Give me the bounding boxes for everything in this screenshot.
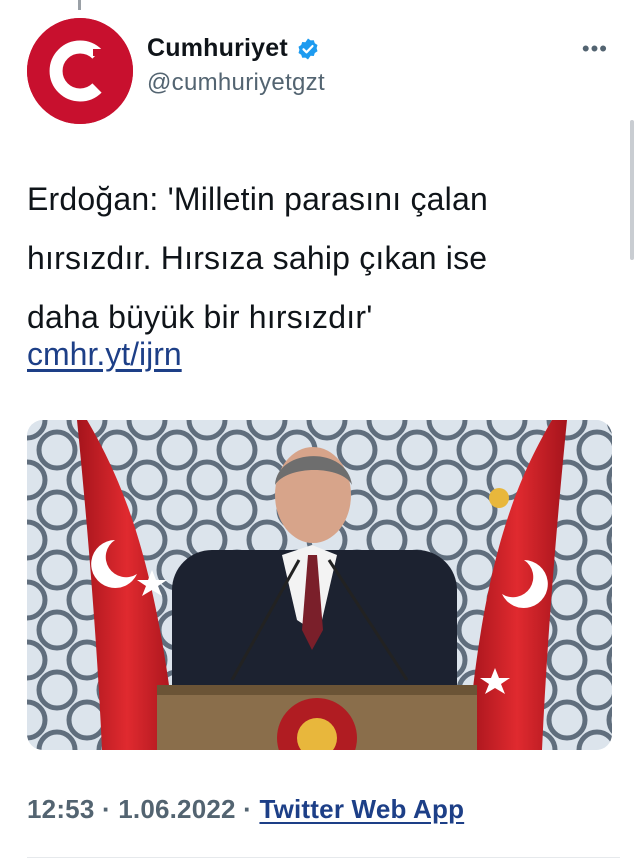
more-horizontal-icon[interactable]: •••	[582, 38, 608, 60]
thread-line	[78, 0, 81, 10]
tweet-media-photo[interactable]	[27, 420, 612, 750]
tweet-link[interactable]: cmhr.yt/ijrn	[27, 336, 182, 373]
account-names: Cumhuriyet @cumhuriyetgzt	[147, 34, 325, 97]
tweet-source-link[interactable]: Twitter Web App	[259, 794, 464, 824]
meta-separator: ·	[101, 794, 111, 824]
tweet-text-line: Erdoğan: 'Milletin parasını çalan	[27, 181, 488, 217]
tweet-text-line: hırsızdır. Hırsıza sahip çıkan ise	[27, 240, 488, 276]
cumhuriyet-logo-icon	[27, 18, 133, 124]
tweet-text: Erdoğan: 'Milletin parasını çalan hırsız…	[27, 170, 622, 347]
handle[interactable]: @cumhuriyetgzt	[147, 69, 325, 97]
tweet-time[interactable]: 12:53	[27, 794, 95, 824]
scrollbar[interactable]	[630, 120, 634, 260]
avatar[interactable]	[27, 18, 133, 124]
tweet-header: Cumhuriyet @cumhuriyetgzt •••	[27, 18, 620, 128]
tweet-date[interactable]: 1.06.2022	[118, 794, 235, 824]
tweet-meta: 12:53 · 1.06.2022 · Twitter Web App	[27, 794, 464, 825]
verified-badge-icon	[298, 38, 318, 59]
photo-illustration	[27, 420, 612, 750]
display-name-row[interactable]: Cumhuriyet	[147, 34, 325, 63]
display-name[interactable]: Cumhuriyet	[147, 34, 288, 63]
divider	[27, 857, 620, 858]
meta-separator: ·	[243, 794, 252, 824]
